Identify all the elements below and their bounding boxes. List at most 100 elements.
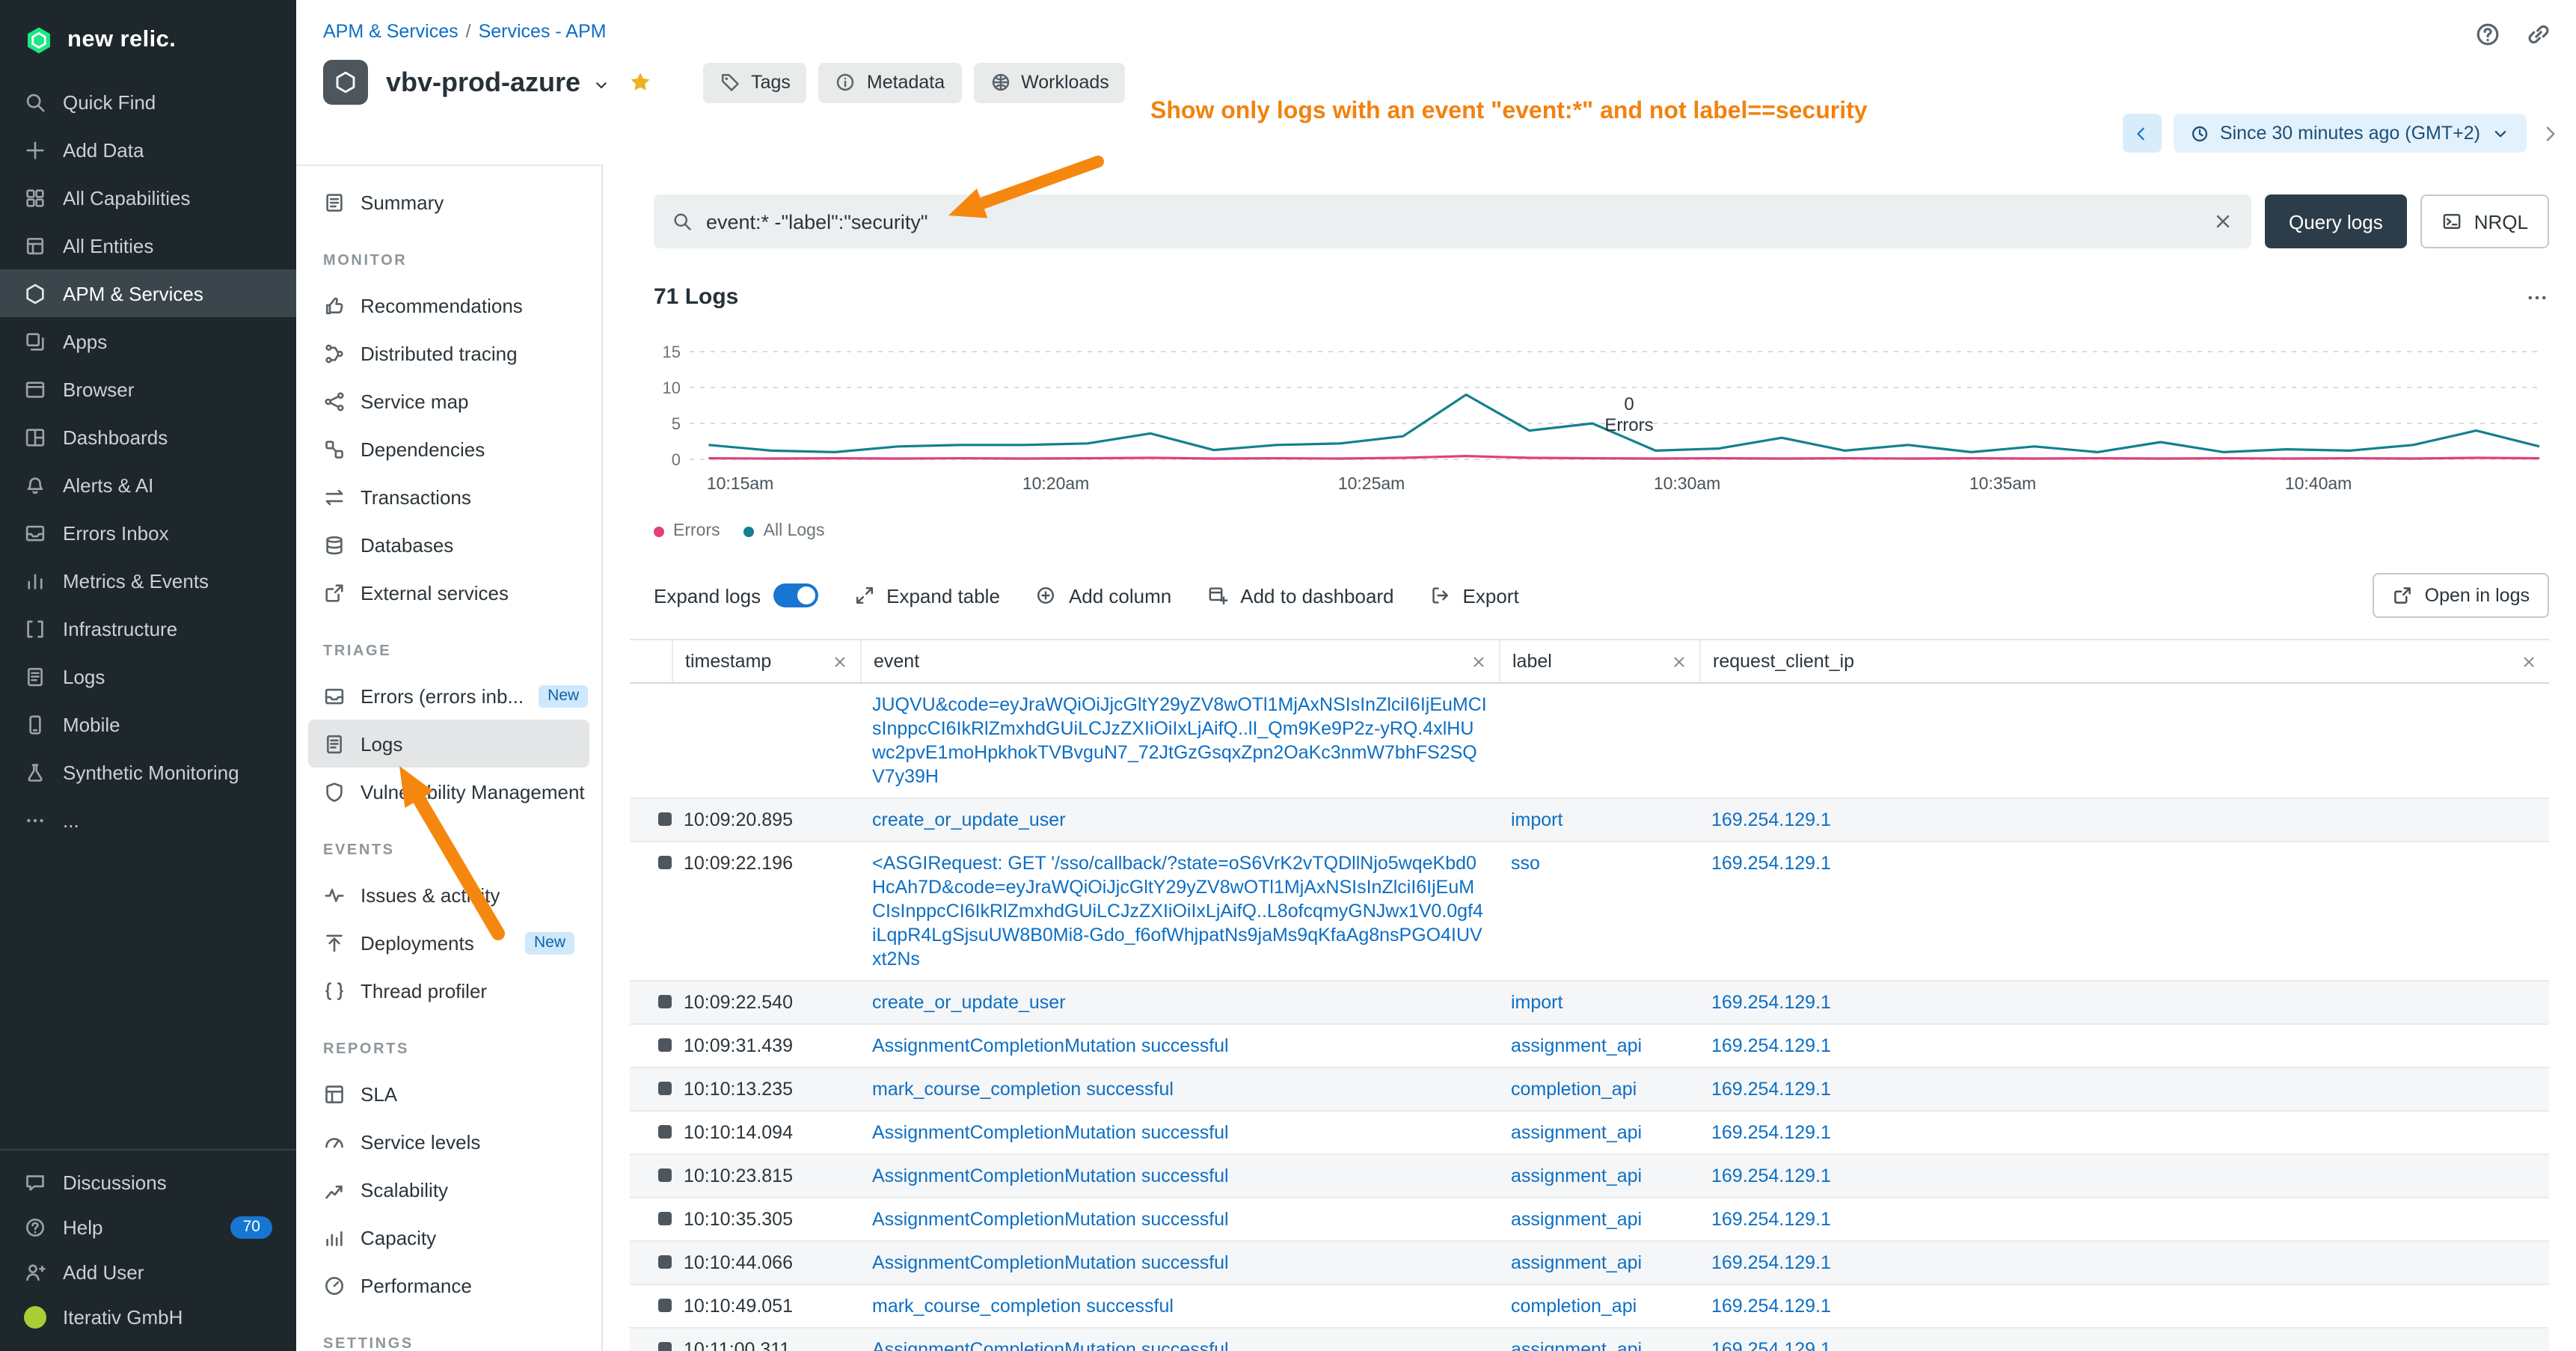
sidebar-item-errors-inbox[interactable]: Errors Inbox <box>0 509 296 557</box>
remove-column-icon[interactable] <box>1671 653 1687 670</box>
event-link[interactable]: AssignmentCompletionMutation successful <box>872 1164 1487 1188</box>
label-link[interactable]: completion_api <box>1511 1296 1637 1317</box>
subnav-item-recommendations[interactable]: Recommendations <box>308 281 589 329</box>
subnav-item-service-map[interactable]: Service map <box>308 377 589 425</box>
remove-column-icon[interactable] <box>832 653 848 670</box>
subnav-item-summary[interactable]: Summary <box>308 178 589 226</box>
sidebar-footer-iterativ-gmbh[interactable]: Iterativ GmbH <box>0 1294 296 1339</box>
more-options-icon[interactable] <box>2525 285 2549 309</box>
row-marker[interactable] <box>658 812 672 826</box>
expand-logs-toggle[interactable]: Expand logs <box>654 583 818 607</box>
label-link[interactable]: completion_api <box>1511 1079 1637 1100</box>
ip-link[interactable]: 169.254.129.1 <box>1711 1296 1831 1317</box>
label-link[interactable]: assignment_api <box>1511 1035 1642 1056</box>
subnav-item-errors-errors-inb[interactable]: Errors (errors inb...New <box>308 672 589 720</box>
event-link[interactable]: create_or_update_user <box>872 990 1487 1014</box>
subnav-item-databases[interactable]: Databases <box>308 521 589 569</box>
open-in-logs-button[interactable]: Open in logs <box>2373 573 2549 618</box>
subnav-item-capacity[interactable]: Capacity <box>308 1213 589 1261</box>
log-row[interactable]: 10:09:22.196<ASGIRequest: GET '/sso/call… <box>630 842 2549 981</box>
nrql-button[interactable]: NRQL <box>2420 194 2549 248</box>
row-marker[interactable] <box>658 1168 672 1182</box>
label-link[interactable]: sso <box>1511 853 1540 874</box>
row-marker[interactable] <box>658 856 672 869</box>
label-link[interactable]: assignment_api <box>1511 1252 1642 1273</box>
sidebar-item-alerts-ai[interactable]: Alerts & AI <box>0 461 296 509</box>
sidebar-item-all-entities[interactable]: All Entities <box>0 221 296 269</box>
subnav-item-logs[interactable]: Logs <box>308 720 589 768</box>
log-row[interactable]: 10:10:23.815AssignmentCompletionMutation… <box>630 1155 2549 1198</box>
log-row[interactable]: JUQVU&code=eyJraWQiOiJjcGltY29yZV8wOTl1M… <box>630 684 2549 799</box>
column-request-client-ip[interactable]: request_client_ip <box>1699 640 2549 682</box>
subnav-item-vulnerability-management[interactable]: Vulnerability Management <box>308 768 589 815</box>
event-link[interactable]: mark_course_completion successful <box>872 1077 1487 1101</box>
log-row[interactable]: 10:09:31.439AssignmentCompletionMutation… <box>630 1025 2549 1068</box>
log-row[interactable]: 10:09:20.895create_or_update_userimport1… <box>630 799 2549 842</box>
sidebar-item-apm-services[interactable]: APM & Services <box>0 269 296 317</box>
column-label-col[interactable]: label <box>1499 640 1699 682</box>
ip-link[interactable]: 169.254.129.1 <box>1711 1079 1831 1100</box>
ip-link[interactable]: 169.254.129.1 <box>1711 1165 1831 1186</box>
ip-link[interactable]: 169.254.129.1 <box>1711 809 1831 830</box>
help-icon[interactable] <box>2474 21 2501 48</box>
row-marker[interactable] <box>658 1299 672 1312</box>
ip-link[interactable]: 169.254.129.1 <box>1711 1209 1831 1230</box>
ip-link[interactable]: 169.254.129.1 <box>1711 1035 1831 1056</box>
subnav-item-distributed-tracing[interactable]: Distributed tracing <box>308 329 589 377</box>
sidebar-item-mobile[interactable]: Mobile <box>0 700 296 748</box>
log-row[interactable]: 10:10:44.066AssignmentCompletionMutation… <box>630 1242 2549 1285</box>
subnav-item-service-levels[interactable]: Service levels <box>308 1118 589 1165</box>
ip-link[interactable]: 169.254.129.1 <box>1711 1252 1831 1273</box>
clear-search-icon[interactable] <box>2212 211 2233 232</box>
ip-link[interactable]: 169.254.129.1 <box>1711 1122 1831 1143</box>
add-column-button[interactable]: Add column <box>1036 584 1171 607</box>
metadata-button[interactable]: Metadata <box>819 62 961 102</box>
row-marker[interactable] <box>658 1125 672 1139</box>
sidebar-item-logs[interactable]: Logs <box>0 652 296 700</box>
legend-item-all-logs[interactable]: All Logs <box>744 522 825 540</box>
sidebar-item-metrics-events[interactable]: Metrics & Events <box>0 557 296 604</box>
label-link[interactable]: import <box>1511 992 1563 1013</box>
event-link[interactable]: AssignmentCompletionMutation successful <box>872 1121 1487 1145</box>
time-back-button[interactable] <box>2123 114 2162 153</box>
ip-link[interactable]: 169.254.129.1 <box>1711 853 1831 874</box>
sidebar-item-add-data[interactable]: Add Data <box>0 126 296 174</box>
log-row[interactable]: 10:10:49.051mark_course_completion succe… <box>630 1285 2549 1329</box>
subnav-item-dependencies[interactable]: Dependencies <box>308 425 589 473</box>
entity-switcher-caret-icon[interactable] <box>592 76 610 94</box>
subnav-item-thread-profiler[interactable]: Thread profiler <box>308 966 589 1014</box>
sidebar-footer-discussions[interactable]: Discussions <box>0 1159 296 1204</box>
sidebar-item-browser[interactable]: Browser <box>0 365 296 413</box>
subnav-item-external-services[interactable]: External services <box>308 569 589 616</box>
event-link[interactable]: AssignmentCompletionMutation successful <box>872 1207 1487 1231</box>
event-link[interactable]: JUQVU&code=eyJraWQiOiJjcGltY29yZV8wOTl1M… <box>872 693 1487 788</box>
subnav-item-deployments[interactable]: DeploymentsNew <box>308 919 589 966</box>
event-link[interactable]: create_or_update_user <box>872 808 1487 832</box>
log-row[interactable]: 10:09:22.540create_or_update_userimport1… <box>630 981 2549 1025</box>
query-logs-button[interactable]: Query logs <box>2265 194 2407 248</box>
log-row[interactable]: 10:10:14.094AssignmentCompletionMutation… <box>630 1112 2549 1155</box>
label-link[interactable]: assignment_api <box>1511 1209 1642 1230</box>
sidebar-item-all-capabilities[interactable]: All Capabilities <box>0 174 296 221</box>
label-link[interactable]: import <box>1511 809 1563 830</box>
chevron-right-icon[interactable] <box>2539 122 2561 144</box>
workloads-button[interactable]: Workloads <box>973 62 1126 102</box>
event-link[interactable]: AssignmentCompletionMutation successful <box>872 1034 1487 1058</box>
sidebar-footer-help[interactable]: Help70 <box>0 1204 296 1249</box>
sidebar-item-item[interactable]: ... <box>0 796 296 844</box>
logs-search-box[interactable] <box>654 194 2251 248</box>
toggle-on-icon[interactable] <box>773 583 818 607</box>
ip-link[interactable]: 169.254.129.1 <box>1711 992 1831 1013</box>
subnav-item-sla[interactable]: SLA <box>308 1070 589 1118</box>
brand[interactable]: new relic. <box>0 0 296 78</box>
row-marker[interactable] <box>658 1342 672 1351</box>
breadcrumb-services-apm[interactable]: Services - APM <box>479 21 607 42</box>
time-range-button[interactable]: Since 30 minutes ago (GMT+2) <box>2174 114 2527 153</box>
legend-item-errors[interactable]: Errors <box>654 522 720 540</box>
column-event[interactable]: event <box>860 640 1499 682</box>
expand-table-button[interactable]: Expand table <box>853 584 1000 607</box>
label-link[interactable]: assignment_api <box>1511 1122 1642 1143</box>
favorite-star-icon[interactable] <box>628 70 652 94</box>
sidebar-item-apps[interactable]: Apps <box>0 317 296 365</box>
label-link[interactable]: assignment_api <box>1511 1339 1642 1351</box>
